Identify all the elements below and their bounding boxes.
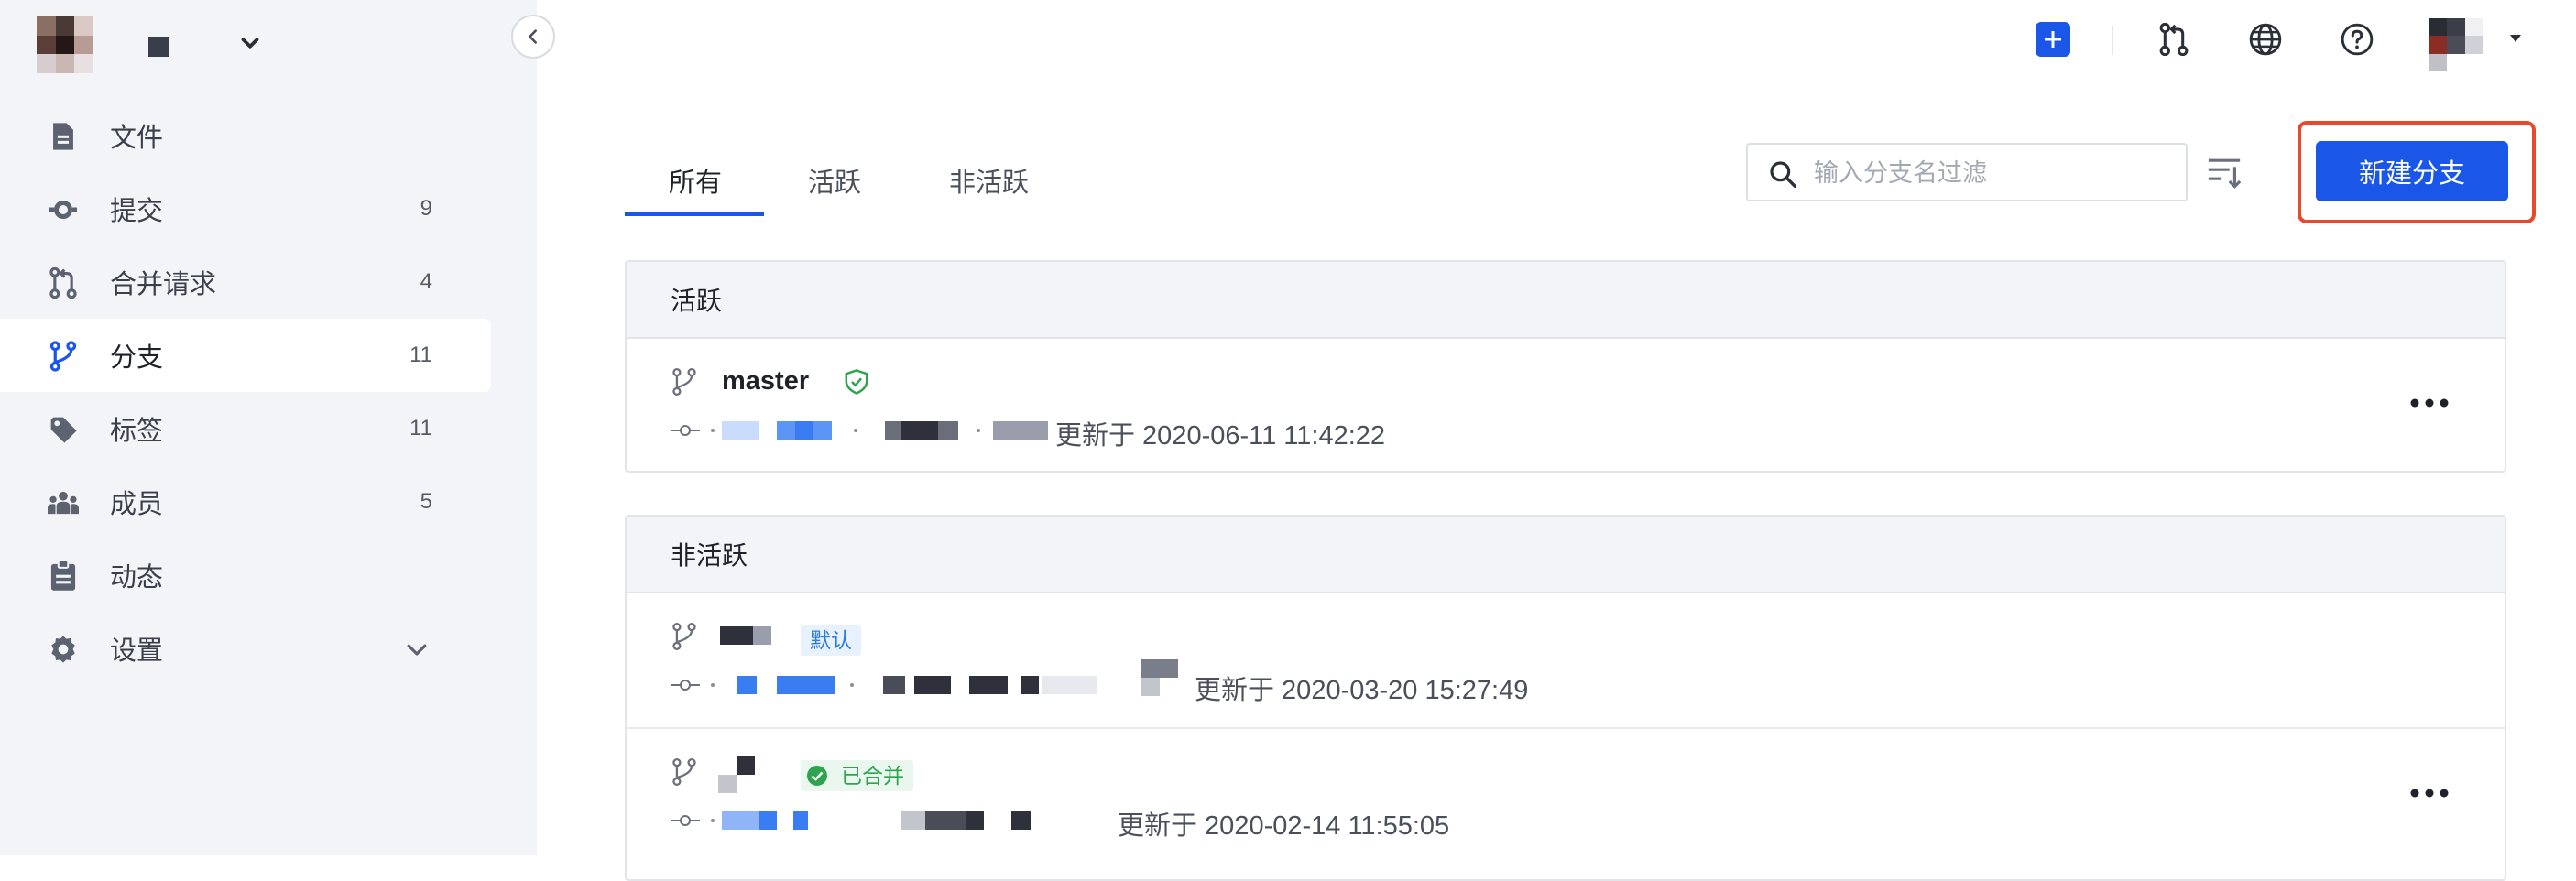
merge-request-icon <box>2159 23 2189 56</box>
branch-row[interactable]: 已合并 更新于 2020-02-14 11:55:05 <box>627 729 2505 863</box>
create-button[interactable] <box>2036 22 2070 57</box>
more-icon[interactable] <box>2409 394 2450 412</box>
chevron-down-icon[interactable] <box>236 29 264 57</box>
sort-icon[interactable] <box>2206 154 2243 190</box>
branch-icon <box>672 623 696 650</box>
sidebar-item-count: 11 <box>409 416 432 440</box>
chevron-left-icon <box>529 29 538 44</box>
tab-inactive[interactable]: 非活跃 <box>949 161 1029 200</box>
globe-icon <box>2249 23 2282 56</box>
help-button[interactable] <box>2336 18 2378 60</box>
active-tab-indicator <box>625 212 764 216</box>
sidebar-item-activity[interactable]: 动态 <box>0 538 491 612</box>
language-button[interactable] <box>2244 18 2287 60</box>
commit-icon <box>671 680 700 691</box>
sidebar-item-count: 4 <box>420 269 432 294</box>
sidebar-item-label: 文件 <box>110 124 164 153</box>
sidebar-item-label: 成员 <box>110 490 164 519</box>
branch-icon <box>672 368 696 396</box>
help-icon <box>2341 23 2374 56</box>
search-input[interactable] <box>1812 150 2182 196</box>
project-header <box>37 16 531 73</box>
updated-time: 更新于 2020-02-14 11:55:05 <box>1118 811 1450 841</box>
sidebar-item-branches[interactable]: 分支 11 <box>0 319 491 392</box>
sidebar-nav: 文件 提交 9 合并请求 4 分支 11 标签 11 成员 5 动态 设置 <box>0 99 491 685</box>
more-icon[interactable] <box>2409 784 2450 802</box>
commit-icon <box>671 815 700 826</box>
tab-active[interactable]: 活跃 <box>808 161 861 200</box>
branch-search <box>1746 143 2188 201</box>
sidebar-item-label: 合并请求 <box>110 270 217 299</box>
sidebar: 文件 提交 9 合并请求 4 分支 11 标签 11 成员 5 动态 设置 <box>0 0 537 855</box>
section-title: 活跃 <box>627 262 2505 339</box>
branch-name[interactable]: master <box>722 366 809 397</box>
sidebar-item-label: 动态 <box>110 563 164 593</box>
sidebar-item-settings[interactable]: 设置 <box>0 612 491 685</box>
chevron-down-icon[interactable] <box>403 636 431 663</box>
active-branches-card: 活跃 master 更新于 2020-06-11 11:42:22 <box>625 260 2506 473</box>
commit-icon <box>671 425 700 436</box>
merge-requests-button[interactable] <box>2153 18 2195 60</box>
tab-all[interactable]: 所有 <box>669 161 722 200</box>
sidebar-item-count: 5 <box>420 489 432 514</box>
plus-icon <box>2045 31 2061 48</box>
merge-request-icon <box>48 267 79 299</box>
sidebar-item-merge-requests[interactable]: 合并请求 4 <box>0 245 491 319</box>
new-branch-button[interactable]: 新建分支 <box>2316 141 2508 201</box>
members-icon <box>48 487 79 518</box>
branch-row[interactable]: master 更新于 2020-06-11 11:42:22 <box>627 339 2505 471</box>
collapse-sidebar-button[interactable] <box>511 15 555 59</box>
branch-icon <box>672 758 696 786</box>
updated-time: 更新于 2020-03-20 15:27:49 <box>1195 676 1529 705</box>
branch-row[interactable]: 默认 更新于 2020-03-20 15:27:49 <box>627 593 2505 729</box>
sidebar-item-members[interactable]: 成员 5 <box>0 465 491 538</box>
project-name[interactable] <box>148 37 169 57</box>
tag-icon <box>48 414 79 445</box>
project-avatar[interactable] <box>37 16 93 73</box>
search-icon <box>1770 161 1797 189</box>
section-title: 非活跃 <box>627 517 2505 593</box>
inactive-branches-card: 非活跃 默认 更新于 2020-03-20 15:27:49 已合并 更新于 2… <box>625 515 2506 881</box>
sidebar-item-count: 11 <box>409 343 432 367</box>
sidebar-item-commits[interactable]: 提交 9 <box>0 172 491 245</box>
topbar-divider <box>2112 26 2113 55</box>
sidebar-item-label: 设置 <box>110 636 164 666</box>
sidebar-item-label: 标签 <box>110 417 164 446</box>
check-circle-icon <box>807 766 827 786</box>
commit-icon <box>48 194 79 225</box>
sidebar-item-tags[interactable]: 标签 11 <box>0 392 491 465</box>
sidebar-item-label: 分支 <box>110 343 164 373</box>
sidebar-item-label: 提交 <box>110 197 164 226</box>
sidebar-item-count: 9 <box>420 196 432 221</box>
default-badge: 默认 <box>801 625 861 656</box>
protected-shield-icon <box>845 369 868 395</box>
clipboard-icon <box>48 560 79 592</box>
merged-badge-label: 已合并 <box>841 764 904 788</box>
sidebar-item-files[interactable]: 文件 <box>0 99 491 172</box>
file-icon <box>48 121 79 152</box>
merged-badge: 已合并 <box>801 760 913 791</box>
caret-down-icon[interactable] <box>2508 31 2523 46</box>
gear-icon <box>48 634 79 665</box>
user-avatar[interactable] <box>2429 18 2483 71</box>
updated-time: 更新于 2020-06-11 11:42:22 <box>1055 421 1386 451</box>
branch-icon <box>48 341 79 372</box>
